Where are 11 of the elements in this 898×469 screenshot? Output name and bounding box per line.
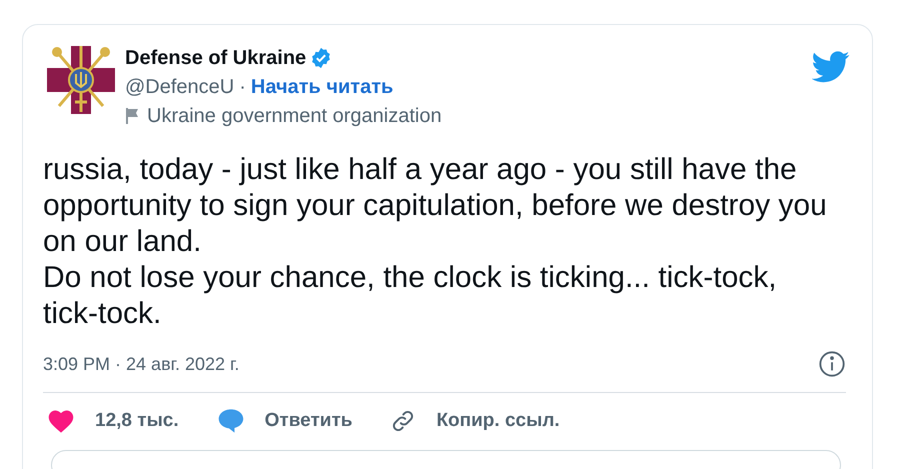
separator-dot: ·	[239, 75, 246, 100]
like-button[interactable]: 12,8 тыс.	[47, 407, 179, 436]
tweet-text: russia, today - just like half a year ago - you still have the opportunity to sign your capitulation, before we destroy you on our land.	[43, 152, 828, 260]
tweet-timestamp[interactable]: 3:09 PM · 24 авг. 2022 г.	[43, 350, 240, 378]
account-label: Ukraine government organization	[147, 104, 442, 129]
tweet-text: Do not lose your chance, the clock is ticking... tick-tock, tick-tock.	[43, 260, 778, 332]
follow-link[interactable]: Начать читать	[250, 72, 394, 102]
author-name[interactable]: Defense of Ukraine	[125, 44, 306, 72]
copy-link-button[interactable]: Копир. ссыл.	[390, 407, 560, 436]
author-handle: @DefenceU	[125, 75, 234, 100]
reply-button[interactable]: Ответить	[216, 407, 352, 436]
